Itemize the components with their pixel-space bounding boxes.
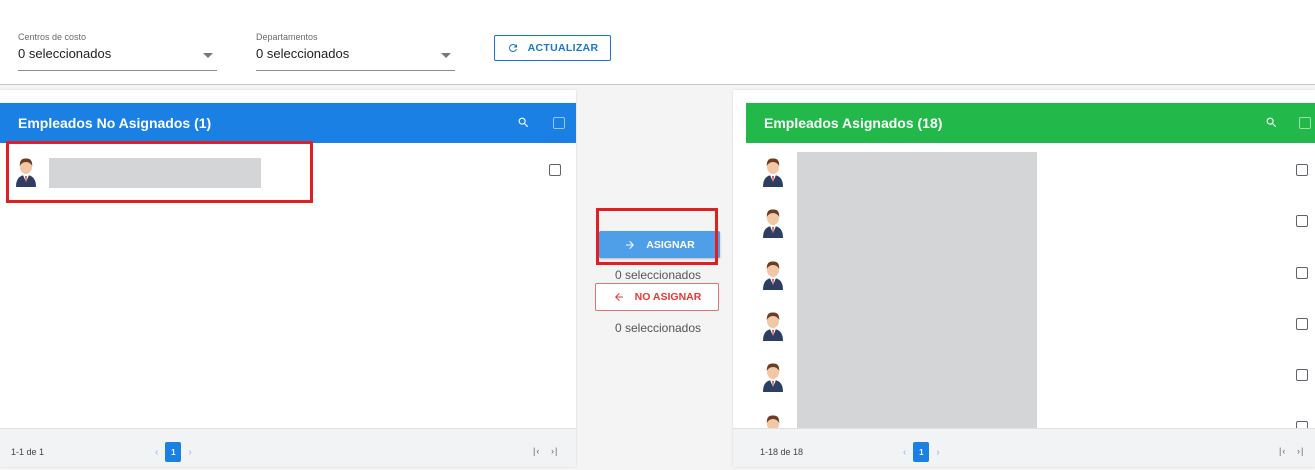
refresh-icon [508,43,517,52]
department-value: 0 seleccionados [256,46,350,61]
assigned-panel-title: Empleados Asignados (18) [764,115,943,131]
chevron-left-icon[interactable]: ‹ [155,447,158,458]
unassign-label: NO ASIGNAR [634,291,702,303]
department-select[interactable]: Departamentos 0 seleccionados [256,31,455,71]
unassigned-employees-panel: Empleados No Asignados (1) 1-1 de 1 ‹ 1 … [0,90,576,467]
chevron-down-icon [203,53,213,58]
chevron-left-icon[interactable]: ‹ [903,447,906,458]
first-page-icon[interactable]: |‹ [1279,446,1286,456]
chevron-right-icon[interactable]: › [188,447,191,458]
page-button[interactable]: 1 [165,442,182,462]
arrow-left-icon [614,293,623,301]
employee-avatar-icon [763,261,783,290]
last-page-icon[interactable]: ›| [551,446,558,456]
cost-center-underline [18,70,217,71]
list-item[interactable] [0,143,576,194]
refresh-button[interactable]: ACTUALIZAR [494,35,611,61]
row-checkbox[interactable] [1296,317,1308,330]
pagination-range: 1-1 de 1 [11,447,45,457]
employee-avatar-icon [763,363,783,393]
arrow-right-icon [626,240,635,249]
pagination-bar: 1-18 de 18 ‹ 1 › |‹ ›| [733,428,1315,467]
assigned-panel-header: Empleados Asignados (18) [746,103,1315,143]
row-checkbox[interactable] [549,164,561,176]
cost-center-value: 0 seleccionados [18,46,112,61]
unassigned-panel-header: Empleados No Asignados (1) [0,103,576,143]
row-checkbox[interactable] [1296,164,1308,176]
unassign-button[interactable]: NO ASIGNAR [595,283,719,311]
unassign-selected-count: 0 seleccionados [614,321,702,335]
employee-avatar-icon [763,312,783,341]
employee-avatar-icon [763,158,783,187]
cost-center-select[interactable]: Centros de costo 0 seleccionados [18,31,217,71]
refresh-label: ACTUALIZAR [527,42,599,54]
select-all-checkbox[interactable] [553,117,565,129]
assign-label: ASIGNAR [646,238,695,251]
assign-button[interactable]: ASIGNAR [599,231,720,258]
pagination: ‹ 1 › [155,442,192,462]
chevron-right-icon[interactable]: › [936,447,939,458]
assigned-employees-panel: Empleados Asignados (18) 1-18 de 18 ‹ 1 … [733,90,1315,467]
row-checkbox[interactable] [1296,266,1308,279]
page-button[interactable]: 1 [913,442,930,462]
pagination-range: 1-18 de 18 [760,447,804,457]
assign-selected-count: 0 seleccionados [614,268,702,282]
unassigned-panel-title: Empleados No Asignados (1) [18,115,212,131]
department-underline [256,70,455,71]
search-icon[interactable] [517,116,530,129]
employee-avatar-icon [763,209,783,239]
first-page-icon[interactable]: |‹ [533,446,540,456]
employee-name-redacted [49,158,261,188]
select-all-checkbox[interactable] [1299,117,1311,129]
search-icon[interactable] [1265,116,1278,129]
chevron-down-icon [441,53,451,58]
employee-names-redacted [797,152,1037,440]
cost-center-label: Centros de costo [18,32,87,42]
employee-avatar-icon [16,158,36,187]
last-page-icon[interactable]: ›| [1297,446,1304,456]
pagination-bar: 1-1 de 1 ‹ 1 › |‹ ›| [0,428,576,467]
pagination: ‹ 1 › [903,442,940,462]
row-checkbox[interactable] [1296,215,1308,228]
row-checkbox[interactable] [1296,369,1308,382]
department-label: Departamentos [256,32,318,42]
